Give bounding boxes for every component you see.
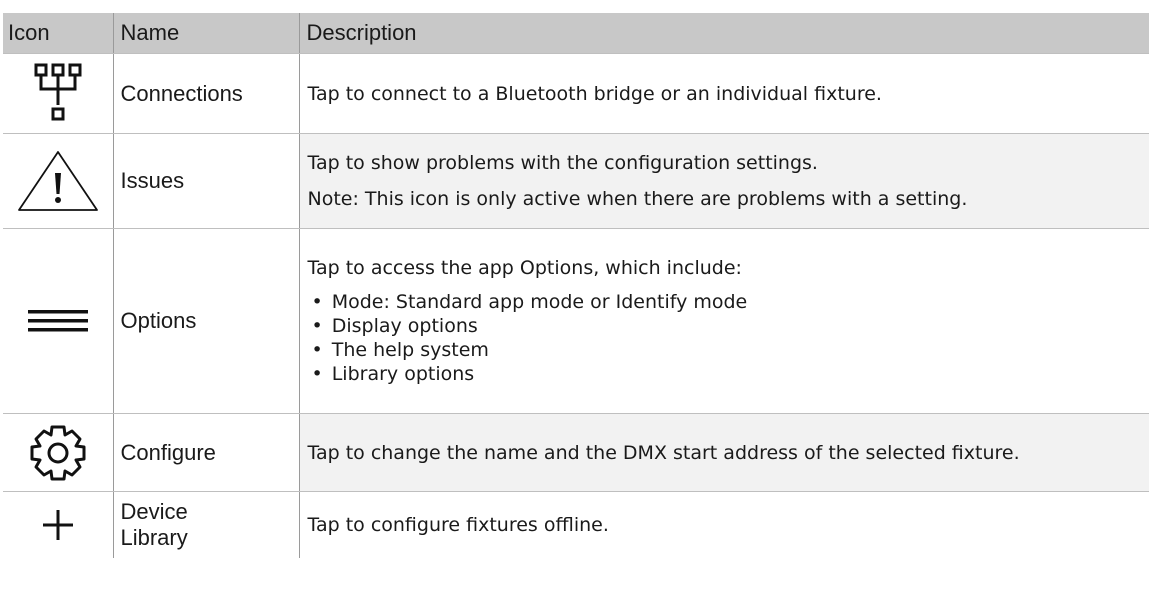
warning-triangle-icon	[17, 151, 98, 211]
header-name: Name	[112, 13, 299, 54]
description-configure: Tap to change the name and the DMX start…	[298, 413, 1149, 492]
description-note: Note: This icon is only active when ther…	[307, 188, 968, 210]
description-options: Tap to access the app Options, which inc…	[298, 228, 1149, 414]
table-header-row: Icon Name Description	[3, 13, 1149, 54]
description-device-library: Tap to configure fixtures offline.	[298, 491, 1149, 558]
name-options: Options	[112, 228, 299, 414]
description-issues: Tap to show problems with the configurat…	[298, 133, 1149, 229]
icon-cell	[3, 53, 113, 134]
name-device-library: Device Library	[112, 491, 299, 558]
description-text: Tap to change the name and the DMX start…	[307, 441, 1020, 464]
description-text: Tap to connect to a Bluetooth bridge or …	[307, 82, 882, 105]
table-row: Options Tap to access the app Options, w…	[3, 228, 1149, 414]
icon-cell	[3, 133, 113, 229]
list-item: Display options	[308, 314, 1142, 338]
options-list: Mode: Standard app mode or Identify mode…	[308, 290, 1142, 386]
connections-icon	[34, 63, 82, 120]
table-row: Device Library Tap to configure fixtures…	[3, 491, 1149, 558]
header-icon: Icon	[3, 13, 113, 54]
description-connections: Tap to connect to a Bluetooth bridge or …	[298, 53, 1149, 134]
list-item: The help system	[308, 338, 1142, 362]
description-text: Tap to show problems with the configurat…	[307, 152, 818, 174]
icon-cell	[3, 228, 113, 414]
table-row: Connections Tap to connect to a Bluetoot…	[3, 53, 1149, 134]
icon-reference-table: Icon Name Description Connections Tap to…	[3, 13, 1149, 558]
list-item: Mode: Standard app mode or Identify mode	[308, 290, 1142, 314]
description-text: Tap to configure fixtures offline.	[307, 513, 609, 536]
name-connections: Connections	[112, 53, 299, 134]
plus-icon	[42, 509, 73, 540]
description-text: Tap to access the app Options, which inc…	[307, 257, 742, 279]
header-description: Description	[298, 13, 1149, 54]
icon-cell	[3, 413, 113, 492]
table-row: Configure Tap to change the name and the…	[3, 413, 1149, 492]
table-row: Issues Tap to show problems with the con…	[3, 133, 1149, 229]
list-item: Library options	[308, 362, 1142, 386]
hamburger-menu-icon	[27, 310, 88, 332]
name-issues: Issues	[112, 133, 299, 229]
icon-cell	[3, 492, 113, 558]
gear-icon	[30, 425, 86, 480]
name-configure: Configure	[112, 413, 299, 492]
